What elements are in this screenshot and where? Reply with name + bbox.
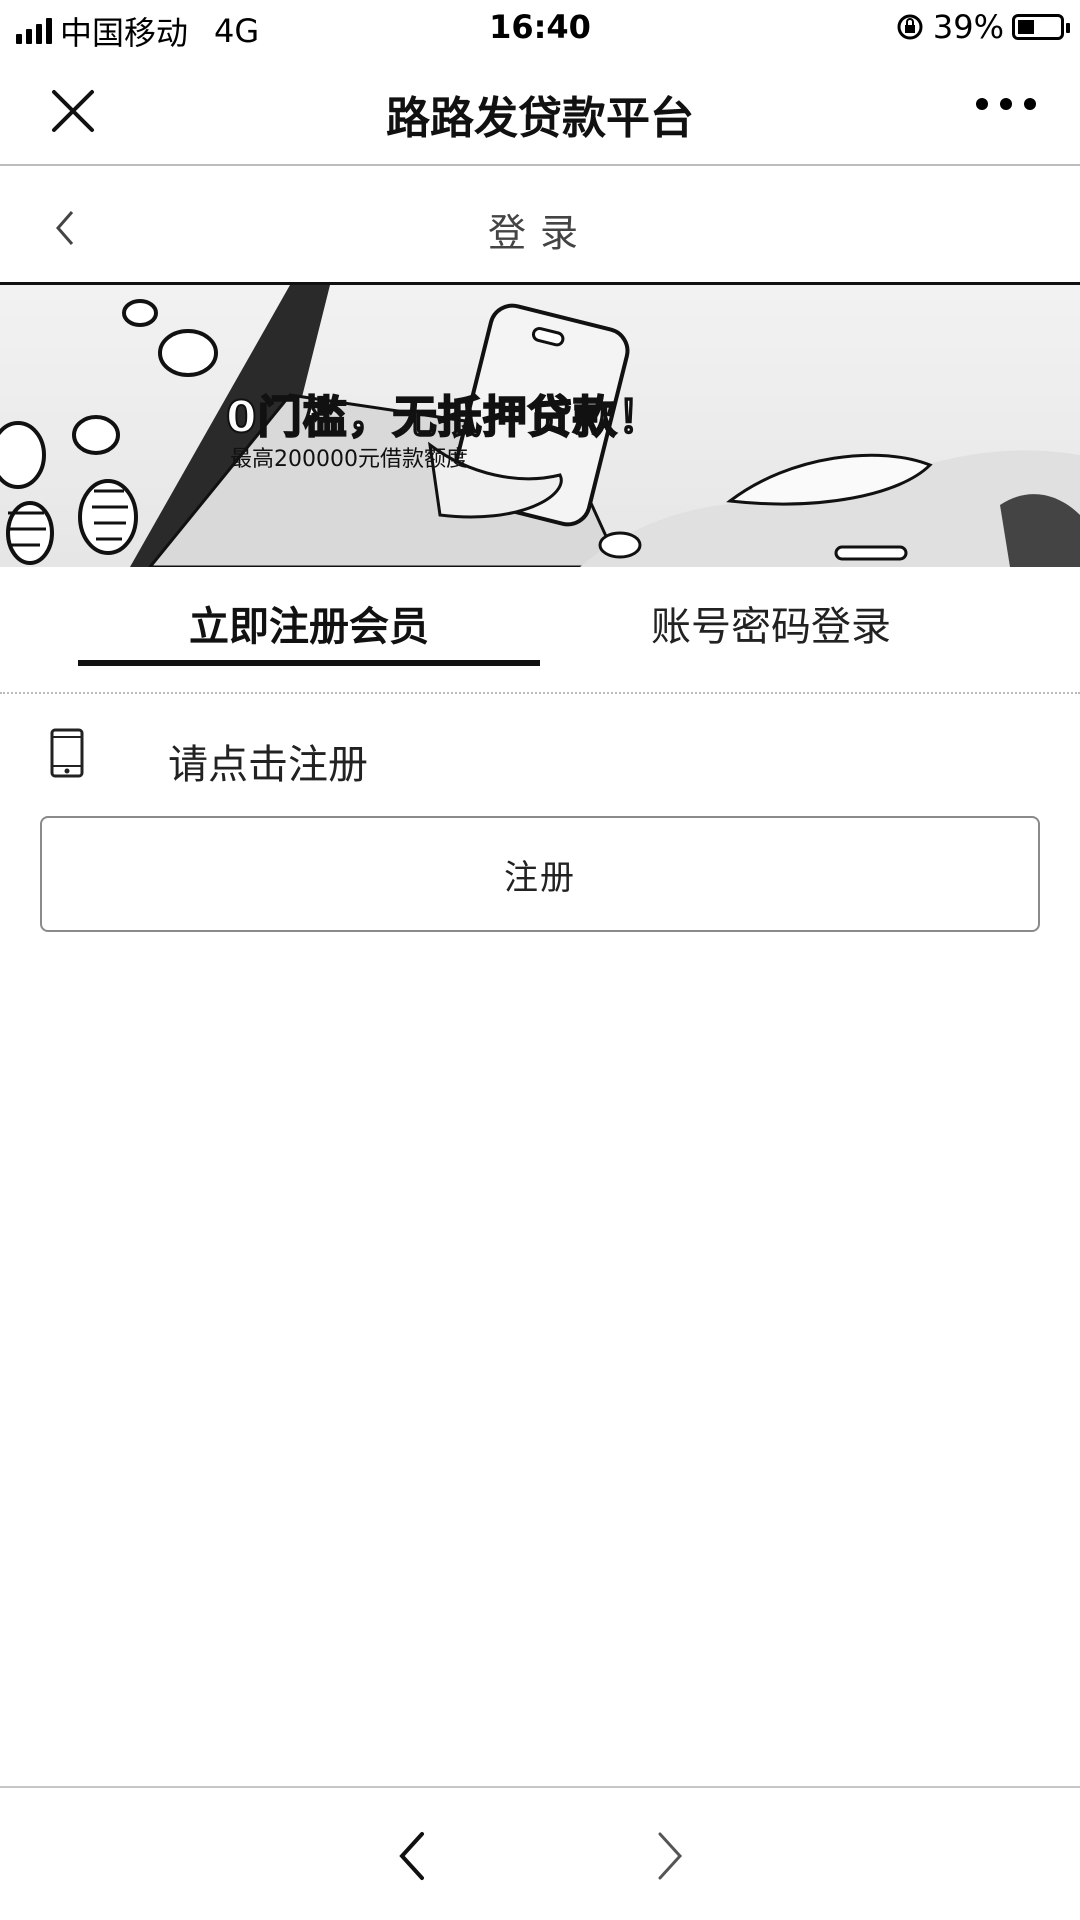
status-bar: 中国移动 4G 16:40 39% xyxy=(0,0,1080,56)
page-title: 登录 xyxy=(487,211,592,255)
mobile-phone-icon xyxy=(50,728,84,778)
battery-percent: 39% xyxy=(932,8,1004,46)
banner-headline: 0门槛，无抵押贷款！ xyxy=(225,391,663,444)
app-title: 路路发贷款平台 xyxy=(386,93,694,144)
banner-subline: 最高200000元借款额度 xyxy=(230,447,468,472)
tabs-divider xyxy=(0,692,1080,694)
auth-tabs: 立即注册会员 账号密码登录 xyxy=(0,564,1080,696)
phone-register-row[interactable]: 请点击注册 xyxy=(0,708,1080,798)
browser-toolbar xyxy=(0,1786,1080,1920)
back-arrow-icon[interactable] xyxy=(392,1828,432,1884)
rotation-lock-icon xyxy=(897,14,923,40)
battery-icon xyxy=(1012,14,1070,40)
status-right: 39% xyxy=(895,8,1070,46)
close-icon[interactable] xyxy=(48,86,98,136)
more-icon[interactable] xyxy=(976,98,1036,110)
app-nav-bar: 路路发贷款平台 xyxy=(0,56,1080,166)
active-tab-indicator xyxy=(78,660,540,666)
forward-arrow-icon[interactable] xyxy=(650,1828,690,1884)
register-button[interactable]: 注册 xyxy=(40,816,1040,932)
promo-banner[interactable]: 0门槛，无抵押贷款！ 最高200000元借款额度 xyxy=(0,282,1080,567)
page-header: 登录 xyxy=(0,166,1080,282)
tab-register[interactable]: 立即注册会员 xyxy=(78,594,540,664)
tab-password-login[interactable]: 账号密码登录 xyxy=(540,594,1002,664)
phone-row-label: 请点击注册 xyxy=(168,742,368,788)
